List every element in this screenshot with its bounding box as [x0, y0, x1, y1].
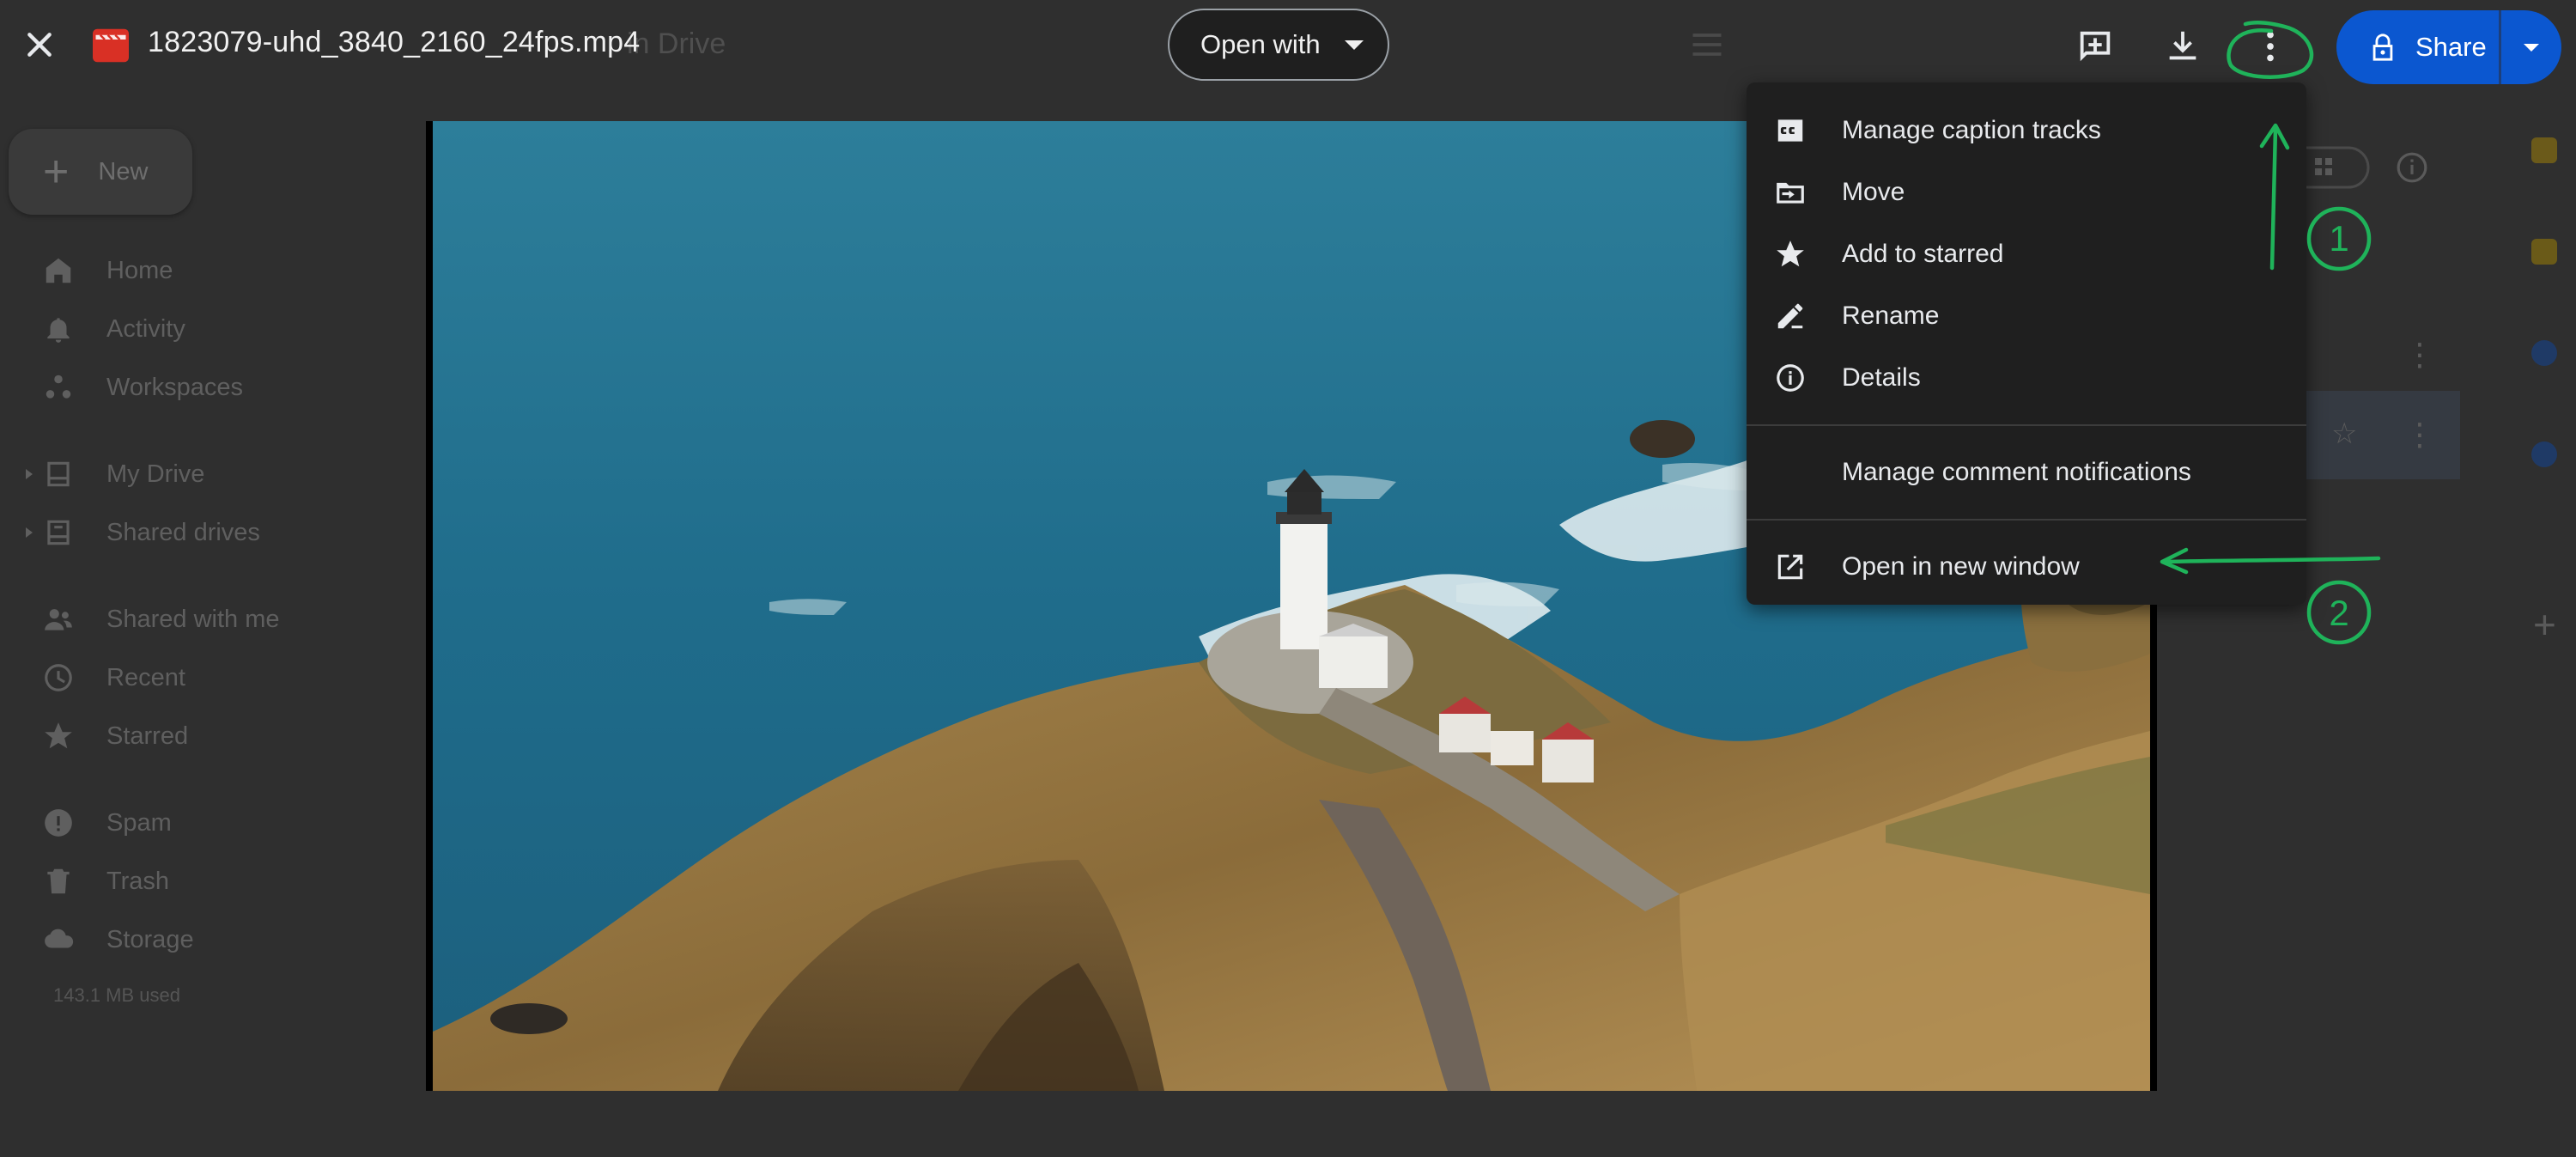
filter-ghost-icon: [1692, 33, 1722, 56]
people-icon: [41, 602, 76, 636]
share-dropdown-button[interactable]: [2499, 10, 2561, 84]
sidebar-item-label: Shared drives: [106, 518, 260, 546]
sidebar-item-my-drive[interactable]: My Drive: [26, 448, 205, 500]
more-vert-icon: [2267, 31, 2274, 62]
sidebar-item-spam[interactable]: Spam: [41, 797, 172, 849]
pencil-icon: [1772, 298, 1808, 334]
menu-divider: [1747, 519, 2306, 521]
lock-icon: [2372, 33, 2393, 61]
row-more-icon[interactable]: ⋮: [2404, 337, 2435, 373]
menu-item-move[interactable]: Move: [1747, 161, 2306, 223]
new-button[interactable]: + New: [9, 129, 192, 215]
open-in-new-icon: [1772, 549, 1808, 585]
sidebar-item-label: Storage: [106, 925, 194, 953]
menu-item-label: Move: [1842, 178, 1905, 206]
shared-drives-icon: [41, 515, 76, 550]
tasks-icon[interactable]: [2531, 340, 2557, 366]
menu-item-label: Rename: [1842, 301, 1940, 330]
cloud-icon: [41, 923, 76, 957]
add-comment-icon: [2080, 31, 2111, 62]
bell-icon: [41, 312, 76, 346]
move-icon: [1772, 174, 1808, 210]
menu-item-details[interactable]: Details: [1747, 347, 2306, 409]
sidebar-item-label: Shared with me: [106, 605, 280, 633]
drive-icon: [41, 457, 76, 491]
storage-used-text: 143.1 MB used: [53, 984, 180, 1006]
sidebar-item-label: Starred: [106, 722, 189, 750]
chevron-down-icon: [1344, 40, 1364, 50]
sidebar-item-label: Activity: [106, 314, 185, 343]
share-button-group: Share: [2336, 10, 2561, 84]
star-icon: [1772, 236, 1808, 272]
menu-item-label: Add to starred: [1842, 240, 2004, 268]
expand-arrow-icon[interactable]: [26, 469, 33, 479]
keep-icon[interactable]: [2531, 239, 2557, 265]
menu-item-label: Open in new window: [1842, 552, 2080, 581]
sidebar-item-home[interactable]: Home: [41, 245, 173, 296]
video-file-icon: [93, 28, 129, 63]
share-button[interactable]: Share: [2336, 10, 2499, 84]
add-addon-icon[interactable]: +: [2533, 601, 2556, 648]
open-with-button[interactable]: Open with: [1168, 9, 1389, 81]
file-name-title: 1823079-uhd_3840_2160_24fps.mp4: [148, 26, 641, 58]
download-button[interactable]: [2157, 21, 2208, 72]
info-ghost-icon[interactable]: [2396, 151, 2428, 184]
sidebar-item-label: Spam: [106, 808, 172, 837]
chevron-down-icon: [2524, 43, 2539, 52]
contacts-icon[interactable]: [2531, 441, 2557, 467]
menu-item-label: Details: [1842, 363, 1921, 392]
viewer-top-bar: 1823079-uhd_3840_2160_24fps.mp4 Open wit…: [0, 0, 2576, 94]
menu-item-label: Manage caption tracks: [1842, 116, 2101, 144]
sidebar-item-starred[interactable]: Starred: [41, 710, 188, 762]
open-with-label: Open with: [1200, 29, 1321, 59]
menu-item-open-in-new-window[interactable]: Open in new window: [1747, 536, 2306, 598]
star-icon: [41, 719, 76, 753]
expand-arrow-icon[interactable]: [26, 527, 33, 538]
row-more-icon[interactable]: ⋮: [2404, 417, 2435, 453]
close-viewer-button[interactable]: [15, 21, 64, 69]
spam-icon: [41, 806, 76, 840]
sidebar-item-label: Workspaces: [106, 373, 244, 401]
trash-icon: [41, 864, 76, 898]
download-icon: [2169, 31, 2196, 60]
new-button-label: New: [98, 157, 149, 186]
cc-icon: [1772, 113, 1808, 149]
menu-item-manage-caption-tracks[interactable]: Manage caption tracks: [1747, 100, 2306, 161]
sidebar-item-storage[interactable]: Storage: [41, 914, 194, 965]
sidebar-item-recent[interactable]: Recent: [41, 652, 185, 703]
close-icon: [27, 33, 52, 57]
sidebar-item-shared-with-me[interactable]: Shared with me: [41, 594, 280, 645]
sidebar-item-label: My Drive: [106, 460, 205, 488]
sidebar-item-trash[interactable]: Trash: [41, 856, 169, 907]
workspaces-icon: [41, 370, 76, 405]
home-icon: [41, 253, 76, 288]
row-star-icon[interactable]: ☆: [2331, 417, 2357, 451]
plus-icon: +: [43, 147, 70, 197]
share-label: Share: [2415, 32, 2487, 62]
menu-item-rename[interactable]: Rename: [1747, 285, 2306, 347]
menu-item-label: Manage comment notifications: [1842, 458, 2191, 486]
sidebar-item-activity[interactable]: Activity: [41, 303, 185, 355]
more-actions-button[interactable]: [2245, 21, 2296, 72]
menu-item-manage-comment-notifications[interactable]: Manage comment notifications: [1747, 441, 2306, 503]
sidebar-item-shared-drives[interactable]: Shared drives: [26, 507, 260, 558]
info-icon: [1772, 360, 1808, 396]
add-comment-button[interactable]: [2069, 21, 2121, 72]
calendar-icon[interactable]: [2531, 137, 2557, 163]
sidebar-item-label: Recent: [106, 663, 185, 691]
clock-icon: [41, 661, 76, 695]
sidebar-item-label: Trash: [106, 867, 170, 895]
more-actions-menu: Manage caption tracks Move Add to starre…: [1747, 82, 2306, 605]
sidebar-item-workspaces[interactable]: Workspaces: [41, 362, 243, 413]
menu-divider: [1747, 424, 2306, 426]
menu-item-add-to-starred[interactable]: Add to starred: [1747, 223, 2306, 285]
sidebar-item-label: Home: [106, 256, 173, 284]
